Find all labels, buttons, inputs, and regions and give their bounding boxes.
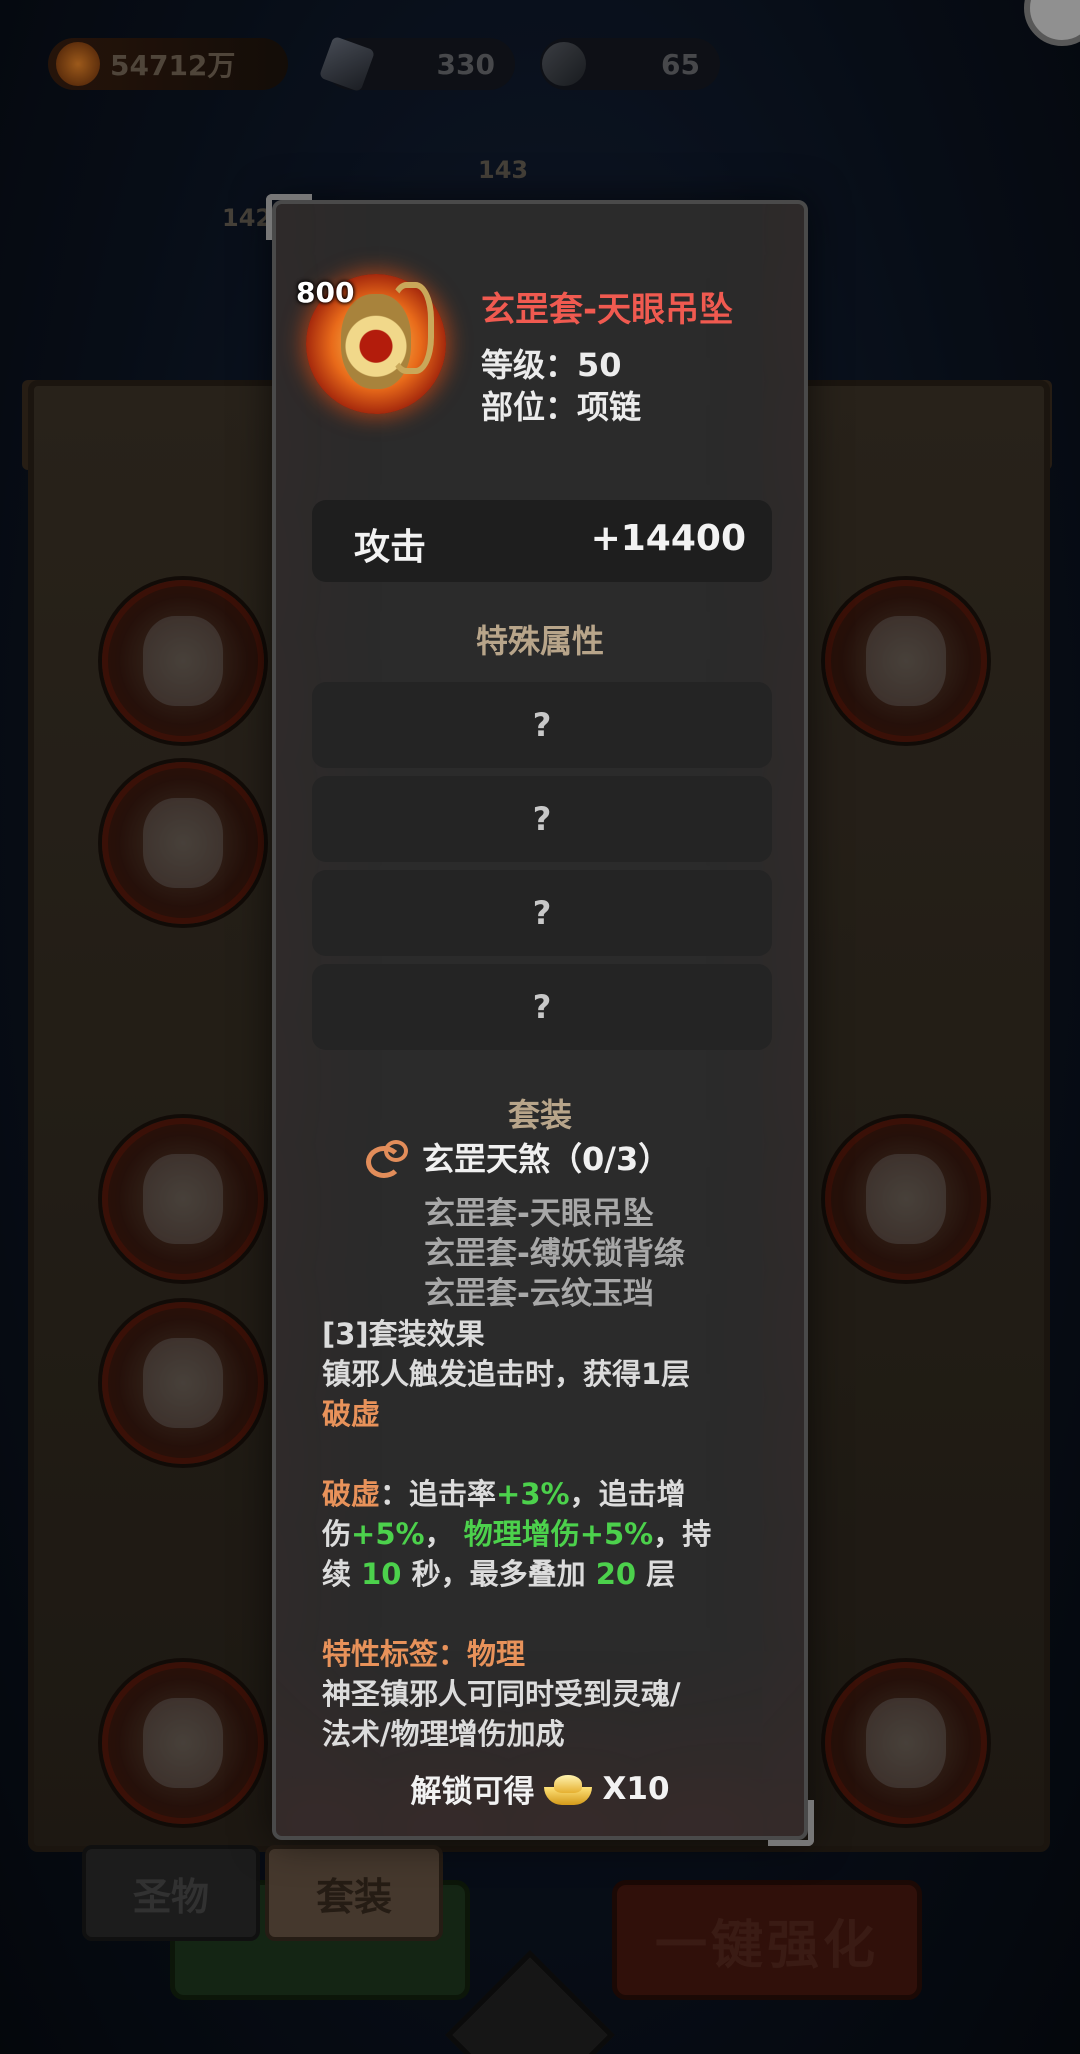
value: 20	[595, 1557, 637, 1591]
value: 10	[361, 1557, 402, 1591]
special-attr-slot: ?	[312, 870, 772, 956]
unlock-reward-amount: X10	[602, 1770, 670, 1807]
text: ，持	[653, 1517, 712, 1551]
item-level: 等级：50	[481, 346, 622, 384]
stat-value: +14400	[590, 518, 746, 559]
set-effect-header: [3]套装效果	[322, 1317, 485, 1351]
value: +5%	[351, 1517, 425, 1551]
set-piece: 玄罡套-缚妖锁背绦	[424, 1236, 685, 1272]
text: 伤	[322, 1517, 352, 1551]
value: 物理增伤	[463, 1517, 580, 1551]
item-slot: 部位：项链	[481, 388, 642, 426]
set-piece: 玄罡套-天眼吊坠	[424, 1196, 654, 1232]
value: +3%	[496, 1477, 570, 1511]
item-detail-popup: 800 玄罡套-天眼吊坠 等级：50 部位：项链 攻击 +14400 特殊属性 …	[266, 194, 814, 1846]
cloud-icon	[364, 1140, 408, 1178]
text: ，追击增	[569, 1477, 686, 1511]
special-attr-title: 特殊属性	[475, 622, 604, 660]
set-piece: 玄罡套-云纹玉珰	[424, 1276, 654, 1312]
text: 秒，最多叠加	[411, 1557, 586, 1591]
text: 追击率	[409, 1477, 497, 1511]
unlock-label: 解锁可得	[410, 1774, 535, 1810]
buff-desc-line: 续 10 秒，最多叠加 20 层	[322, 1554, 675, 1594]
buff-label: 破虚	[322, 1477, 381, 1511]
item-power-badge: 800	[296, 276, 355, 309]
unlock-reward: 解锁可得 X10	[276, 1766, 804, 1811]
set-effect-line: 镇邪人触发追击时，获得1层	[322, 1357, 691, 1391]
colon: ：	[380, 1477, 410, 1511]
gold-ingot-icon	[544, 1773, 593, 1805]
special-attr-slot: ?	[312, 776, 772, 862]
set-name: 玄罡天煞（0/3）	[422, 1140, 671, 1178]
special-attr-slot: ?	[312, 682, 772, 768]
special-attr-slot: ?	[312, 964, 772, 1050]
value: +5%	[579, 1517, 654, 1551]
buff-name: 破虚	[322, 1397, 381, 1431]
trait-tag: 特性标签：物理	[322, 1637, 526, 1671]
item-name: 玄罡套-天眼吊坠	[481, 290, 734, 330]
buff-desc-line: 伤+5%， 物理增伤+5%，持	[322, 1514, 711, 1554]
set-title: 套装	[507, 1096, 572, 1134]
text: 层	[646, 1557, 676, 1591]
trait-desc: 法术/物理增伤加成	[322, 1717, 565, 1751]
main-stat: 攻击 +14400	[312, 500, 772, 582]
buff-desc-line: 破虚：追击率+3%，追击增	[322, 1474, 686, 1514]
set-header: 玄罡天煞（0/3）	[364, 1134, 670, 1180]
stat-name: 攻击	[354, 527, 427, 568]
frame-corner	[266, 194, 312, 240]
chain-icon	[388, 282, 434, 374]
text: 续	[322, 1557, 352, 1591]
text: ，	[424, 1517, 454, 1551]
trait-desc: 神圣镇邪人可同时受到灵魂/	[322, 1677, 681, 1711]
